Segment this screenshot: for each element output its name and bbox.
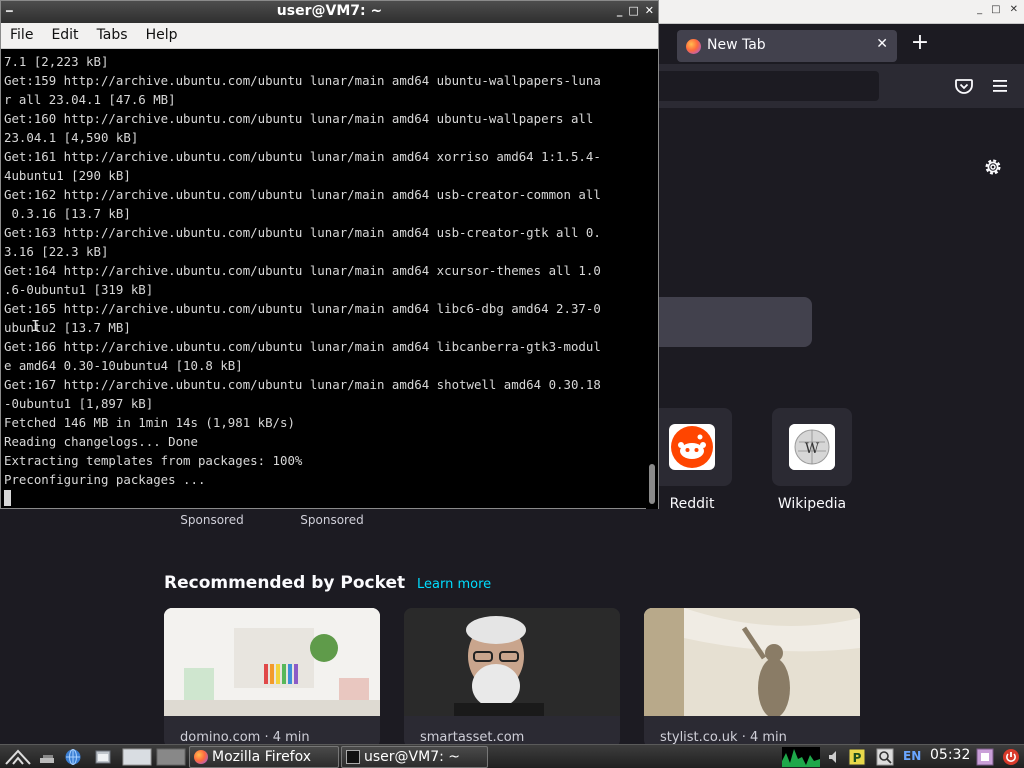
terminal-prompt-line [4,489,646,508]
firefox-logo-icon [194,750,208,764]
terminal-line: Preconfiguring packages ... [4,472,206,487]
terminal-line: e amd64 0.30-10ubuntu4 [10.8 kB] [4,358,243,373]
terminal-line: Get:160 http://archive.ubuntu.com/ubuntu… [4,111,594,126]
pocket-icon[interactable] [954,76,974,96]
terminal-line: Get:159 http://archive.ubuntu.com/ubuntu… [4,73,601,88]
terminal-line: 4ubuntu1 [290 kB] [4,168,131,183]
terminal-line: Get:164 http://archive.ubuntu.com/ubuntu… [4,263,601,278]
search-icon[interactable] [876,748,894,766]
shortcut-tile [652,408,732,486]
pocket-card[interactable]: stylist.co.uk · 4 min [644,608,860,744]
keyboard-layout-indicator[interactable]: EN [903,749,921,763]
maximize-icon[interactable]: □ [628,4,638,17]
tab-new-tab[interactable]: New Tab ✕ [677,30,897,62]
firefox-titlebar: _ □ ✕ [659,0,1024,24]
terminal-line: r all 23.04.1 [47.6 MB] [4,92,176,107]
pocket-card-source: stylist.co.uk · 4 min [660,730,787,744]
url-bar[interactable] [655,71,879,101]
cpu-monitor-graph [782,747,820,767]
lock-screen-icon[interactable] [976,748,994,766]
file-manager-icon[interactable] [94,748,112,766]
shortcut-reddit[interactable]: Reddit [652,408,732,512]
shortcut-label: Reddit [669,496,715,512]
terminal-titlebar[interactable]: ━ user@VM7: ~ _ □ ✕ [1,1,658,23]
terminal-line: Get:162 http://archive.ubuntu.com/ubuntu… [4,187,601,202]
tab-close-icon[interactable]: ✕ [876,36,888,52]
terminal-line: Fetched 146 MB in 1min 14s (1,981 kB/s) [4,415,295,430]
terminal-line: Extracting templates from packages: 100% [4,453,303,468]
terminal-line: 3.16 [22.3 kB] [4,244,109,259]
terminal-line: -0ubuntu1 [1,897 kB] [4,396,154,411]
new-tab-plus-icon[interactable]: + [908,32,932,54]
minimize-icon[interactable]: _ [617,4,623,17]
text-cursor-icon: I [31,317,41,335]
pocket-card-source: domino.com · 4 min [180,730,310,744]
show-desktop-icon[interactable] [38,748,56,766]
taskbar-task-terminal[interactable]: user@VM7: ~ [341,746,488,768]
svg-text:W: W [805,441,820,457]
terminal-line: 7.1 [2,223 kB] [4,54,109,69]
wikipedia-icon: W [789,424,835,470]
terminal-line: .6-0ubuntu1 [319 kB] [4,282,154,297]
pocket-card-image [164,608,380,716]
minimize-icon[interactable]: _ [977,4,982,15]
start-menu-icon[interactable] [4,748,32,766]
workspace-2-icon[interactable] [156,748,186,766]
terminal-line: Get:161 http://archive.ubuntu.com/ubuntu… [4,149,601,164]
scrollbar-thumb[interactable] [649,464,655,504]
tab-title: New Tab [707,37,766,53]
taskbar-task-firefox[interactable]: Mozilla Firefox [189,746,339,768]
package-manager-icon[interactable]: P [848,748,866,766]
terminal-output[interactable]: 7.1 [2,223 kB] Get:159 http://archive.ubu… [4,52,646,508]
pocket-card-source: smartasset.com [420,730,525,744]
menu-help[interactable]: Help [137,23,187,48]
firefox-logo-icon [686,39,701,54]
menu-tabs[interactable]: Tabs [88,23,137,48]
pocket-card-image [644,608,860,716]
settings-gear-icon[interactable] [982,156,1004,178]
terminal-line: Get:166 http://archive.ubuntu.com/ubuntu… [4,339,601,354]
clock[interactable]: 05:32 [930,747,970,763]
pocket-card-image [404,608,620,716]
web-browser-icon[interactable] [64,748,82,766]
close-icon[interactable]: ✕ [1010,4,1018,15]
power-icon[interactable] [1002,748,1020,766]
close-icon[interactable]: ✕ [645,4,654,17]
learn-more-link[interactable]: Learn more [417,577,491,592]
terminal-window[interactable]: ━ user@VM7: ~ _ □ ✕ File Edit Tabs Help … [0,0,659,509]
taskbar: Mozilla Firefox user@VM7: ~ P EN 05:32 [0,744,1024,768]
terminal-scrollbar[interactable] [646,49,658,509]
window-title: user@VM7: ~ [276,3,383,19]
shortcut-label: Wikipedia [777,496,847,512]
terminal-cursor [4,490,11,506]
shortcut-wikipedia[interactable]: W Wikipedia [772,408,852,512]
shortcut-tile: W [772,408,852,486]
terminal-line: ubuntu2 [13.7 MB] [4,320,131,335]
pocket-card[interactable]: domino.com · 4 min [164,608,380,744]
workspace-1-icon[interactable] [122,748,152,766]
terminal-icon [346,750,360,764]
menu-file[interactable]: File [1,23,42,48]
sponsored-label: Sponsored [300,513,364,527]
task-label: user@VM7: ~ [364,749,460,765]
terminal-line: Reading changelogs... Done [4,434,198,449]
volume-icon[interactable] [826,748,844,766]
terminal-line: Get:167 http://archive.ubuntu.com/ubuntu… [4,377,601,392]
terminal-line: 0.3.16 [13.7 kB] [4,206,131,221]
terminal-line: 23.04.1 [4,590 kB] [4,130,139,145]
menu-edit[interactable]: Edit [42,23,87,48]
pocket-heading: Recommended by Pocket [164,573,406,593]
terminal-line: Get:163 http://archive.ubuntu.com/ubuntu… [4,225,601,240]
task-label: Mozilla Firefox [212,749,312,765]
terminal-menubar: File Edit Tabs Help [1,23,658,49]
pocket-card[interactable]: smartasset.com [404,608,620,744]
reddit-icon [669,424,715,470]
sponsored-label: Sponsored [180,513,244,527]
hamburger-menu-icon[interactable] [990,76,1010,96]
terminal-line: Get:165 http://archive.ubuntu.com/ubuntu… [4,301,601,316]
svg-text:P: P [853,751,862,765]
maximize-icon[interactable]: □ [991,4,1000,15]
